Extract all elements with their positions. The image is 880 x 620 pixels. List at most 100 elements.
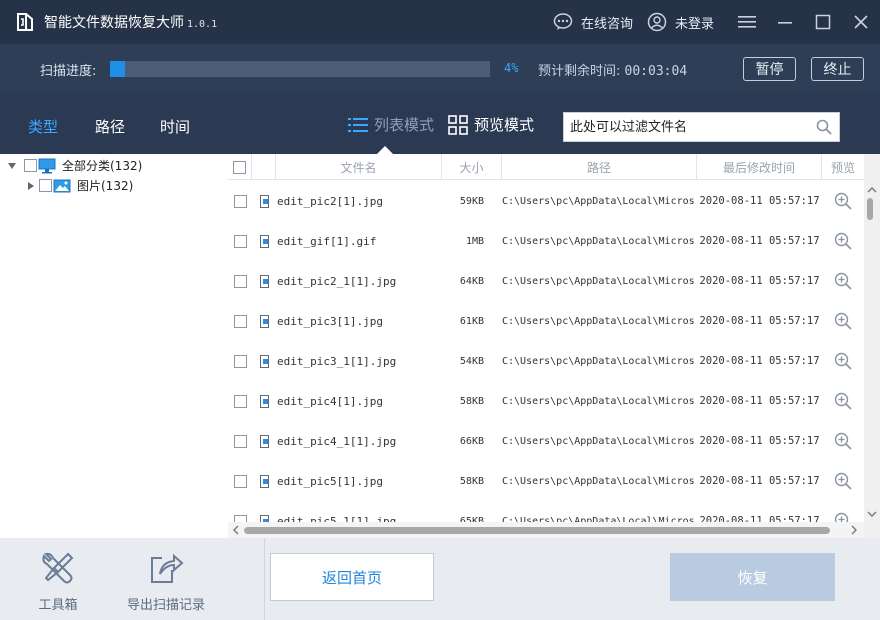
- list-mode-button[interactable]: 列表模式: [348, 114, 434, 135]
- row-file-icon-cell: [252, 261, 276, 301]
- stop-button[interactable]: 终止: [811, 57, 864, 81]
- file-size-cell: 58KB: [459, 475, 484, 487]
- table-row[interactable]: edit_pic5[1].jpg 58KB C:\Users\pc\AppData\…: [228, 461, 864, 501]
- maximize-icon: [815, 14, 831, 30]
- row-checkbox[interactable]: [233, 314, 247, 328]
- horizontal-scrollbar[interactable]: [228, 522, 864, 538]
- zoom-in-icon[interactable]: [834, 472, 852, 490]
- zoom-in-icon[interactable]: [834, 312, 852, 330]
- filter-input[interactable]: [570, 114, 810, 140]
- maximize-button[interactable]: [804, 0, 842, 44]
- row-checkbox[interactable]: [233, 354, 247, 368]
- row-checkbox-cell: [228, 221, 252, 261]
- minimize-button[interactable]: [766, 0, 804, 44]
- table-row[interactable]: edit_pic2_1[1].jpg 64KB C:\Users\pc\AppDat…: [228, 261, 864, 301]
- toolbox-button[interactable]: 工具箱: [38, 548, 78, 613]
- modified-time-cell: 2020-08-11 05:57:17: [699, 475, 820, 487]
- tree-node-images[interactable]: 图片(132): [28, 177, 133, 194]
- scan-progress-label: 扫描进度:: [40, 64, 97, 79]
- image-file-icon: [260, 194, 269, 208]
- horizontal-scroll-thumb[interactable]: [244, 527, 830, 534]
- preview-cell: [822, 461, 864, 501]
- export-label: 导出扫描记录: [127, 598, 206, 613]
- row-file-icon-cell: [252, 461, 276, 501]
- scroll-left-icon[interactable]: [230, 522, 242, 538]
- zoom-in-icon[interactable]: [834, 272, 852, 290]
- file-name-cell: edit_gif[1].gif: [277, 234, 377, 248]
- table-row[interactable]: edit_pic4_1[1].jpg 66KB C:\Users\pc\AppDat…: [228, 421, 864, 461]
- row-checkbox[interactable]: [233, 274, 247, 288]
- tab-time[interactable]: 时间: [160, 116, 190, 137]
- search-icon[interactable]: [816, 119, 832, 135]
- preview-cell: [822, 341, 864, 381]
- online-help-button[interactable]: 在线咨询: [553, 13, 633, 32]
- eta-label: 预计剩余时间:: [538, 64, 621, 79]
- select-all-checkbox[interactable]: [233, 160, 246, 174]
- file-size-cell: 61KB: [459, 315, 484, 327]
- recover-button[interactable]: 恢复: [670, 553, 835, 601]
- tree-images-checkbox[interactable]: [39, 179, 52, 192]
- filter-box: [563, 112, 840, 142]
- tree-all-label: 全部分类(132): [62, 159, 143, 173]
- category-tree: 全部分类(132) 图片(132): [0, 154, 228, 538]
- row-file-icon-cell: [252, 381, 276, 421]
- close-button[interactable]: [842, 0, 880, 44]
- table-row[interactable]: edit_pic3_1[1].jpg 54KB C:\Users\pc\AppDat…: [228, 341, 864, 381]
- table-row[interactable]: edit_pic4[1].jpg 58KB C:\Users\pc\AppData\…: [228, 381, 864, 421]
- file-name-cell: edit_pic5[1].jpg: [277, 474, 383, 488]
- table-row[interactable]: edit_pic3[1].jpg 61KB C:\Users\pc\AppData\…: [228, 301, 864, 341]
- zoom-in-icon[interactable]: [834, 192, 852, 210]
- minimize-icon: [778, 22, 792, 24]
- file-table: 文件名 大小 路径 最后修改时间 预览 edit_pic2[1].jpg 59KB…: [228, 154, 864, 538]
- tab-type[interactable]: 类型: [28, 116, 58, 137]
- zoom-in-icon[interactable]: [834, 352, 852, 370]
- row-checkbox[interactable]: [233, 234, 247, 248]
- preview-mode-button[interactable]: 预览模式: [448, 114, 534, 135]
- tab-path[interactable]: 路径: [95, 116, 125, 137]
- tree-all-checkbox[interactable]: [24, 159, 37, 172]
- app-version: 1.0.1: [187, 19, 218, 30]
- app-title-text: 智能文件数据恢复大师: [44, 15, 184, 31]
- back-home-button[interactable]: 返回首页: [270, 553, 434, 601]
- pause-button[interactable]: 暂停: [743, 57, 796, 81]
- login-button[interactable]: 未登录: [647, 12, 714, 32]
- file-path-cell: C:\Users\pc\AppData\Local\Micros: [502, 275, 695, 287]
- image-file-icon: [260, 314, 269, 328]
- menu-button[interactable]: [728, 0, 766, 44]
- row-checkbox[interactable]: [233, 474, 247, 488]
- export-scan-record-button[interactable]: 导出扫描记录: [127, 548, 205, 613]
- bottom-tools: 工具箱 导出扫描记录: [0, 538, 265, 620]
- zoom-in-icon[interactable]: [834, 232, 852, 250]
- file-name-cell: edit_pic3_1[1].jpg: [277, 354, 397, 368]
- table-row[interactable]: edit_gif[1].gif 1MB C:\Users\pc\AppData\Lo…: [228, 221, 864, 261]
- column-header-path[interactable]: 路径: [502, 154, 697, 180]
- row-checkbox-cell: [228, 261, 252, 301]
- row-checkbox-cell: [228, 341, 252, 381]
- header-cell-icon: [252, 154, 276, 180]
- vertical-scrollbar[interactable]: [864, 154, 880, 538]
- tree-node-all[interactable]: 全部分类(132): [8, 157, 142, 174]
- table-row[interactable]: edit_pic2[1].jpg 59KB C:\Users\pc\AppData\…: [228, 181, 864, 221]
- zoom-in-icon[interactable]: [834, 392, 852, 410]
- scroll-down-icon[interactable]: [864, 508, 880, 520]
- row-checkbox[interactable]: [233, 194, 247, 208]
- modified-time-cell: 2020-08-11 05:57:17: [699, 395, 820, 407]
- row-file-icon-cell: [252, 221, 276, 261]
- modified-time-cell: 2020-08-11 05:57:17: [699, 315, 820, 327]
- row-checkbox[interactable]: [233, 394, 247, 408]
- scroll-up-icon[interactable]: [864, 184, 880, 196]
- eta-text: 预计剩余时间: 00:03:04: [538, 60, 687, 79]
- grid-icon: [448, 114, 468, 135]
- zoom-in-icon[interactable]: [834, 432, 852, 450]
- column-header-modified[interactable]: 最后修改时间: [697, 154, 822, 180]
- image-file-icon: [260, 354, 269, 368]
- title-bar: 智能文件数据恢复大师 1.0.1 在线咨询 未登录: [0, 0, 880, 44]
- row-checkbox[interactable]: [233, 434, 247, 448]
- vertical-scroll-thumb[interactable]: [867, 198, 873, 220]
- scroll-right-icon[interactable]: [848, 522, 860, 538]
- file-name-cell: edit_pic4[1].jpg: [277, 394, 383, 408]
- column-header-name[interactable]: 文件名: [276, 154, 442, 180]
- expand-arrow-icon[interactable]: [28, 181, 34, 190]
- column-header-size[interactable]: 大小: [442, 154, 502, 180]
- collapse-arrow-icon[interactable]: [8, 162, 16, 169]
